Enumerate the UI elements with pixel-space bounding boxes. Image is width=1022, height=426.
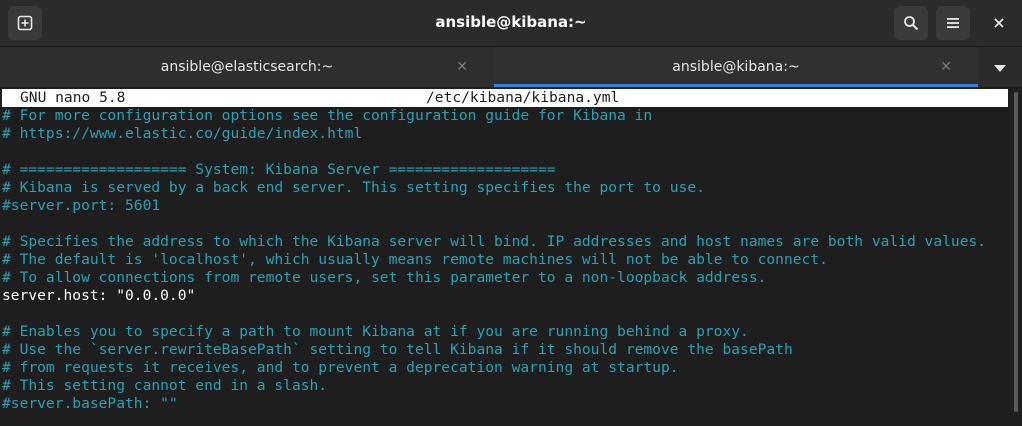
comment-line: # https://www.elastic.co/guide/index.htm… [2, 125, 363, 142]
comment-line: #server.basePath: "" [2, 395, 178, 412]
comment-line: # Specifies the address to which the Kib… [2, 233, 987, 250]
title-bar: ansible@kibana:~ [0, 0, 1022, 46]
comment-line: #server.port: 5601 [2, 197, 161, 214]
tab-label: ansible@elasticsearch:~ [160, 59, 334, 75]
hamburger-menu-icon [946, 16, 960, 30]
comment-line: # Kibana is served by a back end server.… [2, 179, 705, 196]
tab-close-icon[interactable]: ✕ [456, 59, 468, 75]
search-icon [903, 15, 919, 31]
search-button[interactable] [894, 6, 928, 40]
tab-label: ansible@kibana:~ [672, 59, 800, 75]
comment-line: # For more configuration options see the… [2, 107, 653, 124]
comment-line: # Use the `server.rewriteBasePath` setti… [2, 341, 793, 358]
chevron-down-icon [994, 58, 1006, 77]
scrollbar-thumb[interactable] [1014, 92, 1018, 412]
comment-line: # from requests it receives, and to prev… [2, 359, 679, 376]
comment-line: # The default is 'localhost', which usua… [2, 251, 828, 268]
comment-line: # Enables you to specify a path to mount… [2, 323, 749, 340]
nano-filename: /etc/kibana/kibana.yml [426, 89, 620, 106]
close-icon [993, 14, 1005, 33]
close-window-button[interactable] [982, 6, 1016, 40]
comment-line: # To allow connections from remote users… [2, 269, 767, 286]
nano-version: GNU nano 5.8 [20, 89, 126, 106]
tab-dropdown-button[interactable] [978, 47, 1022, 87]
window-title: ansible@kibana:~ [435, 13, 587, 31]
comment-line: # This setting cannot end in a slash. [2, 377, 328, 394]
scrollbar[interactable] [1010, 88, 1022, 426]
menu-button[interactable] [936, 6, 970, 40]
tab-kibana[interactable]: ansible@kibana:~ ✕ [494, 47, 978, 87]
tab-bar: ansible@elasticsearch:~ ✕ ansible@kibana… [0, 46, 1022, 87]
comment-line: # =================== System: Kibana Ser… [2, 161, 556, 178]
active-tab-indicator [494, 84, 978, 87]
tab-elasticsearch[interactable]: ansible@elasticsearch:~ ✕ [0, 47, 494, 87]
tab-close-icon[interactable]: ✕ [940, 59, 952, 75]
config-line: server.host: "0.0.0.0" [2, 287, 196, 304]
nano-header: GNU nano 5.8 /etc/kibana/kibana.yml [2, 89, 1008, 107]
